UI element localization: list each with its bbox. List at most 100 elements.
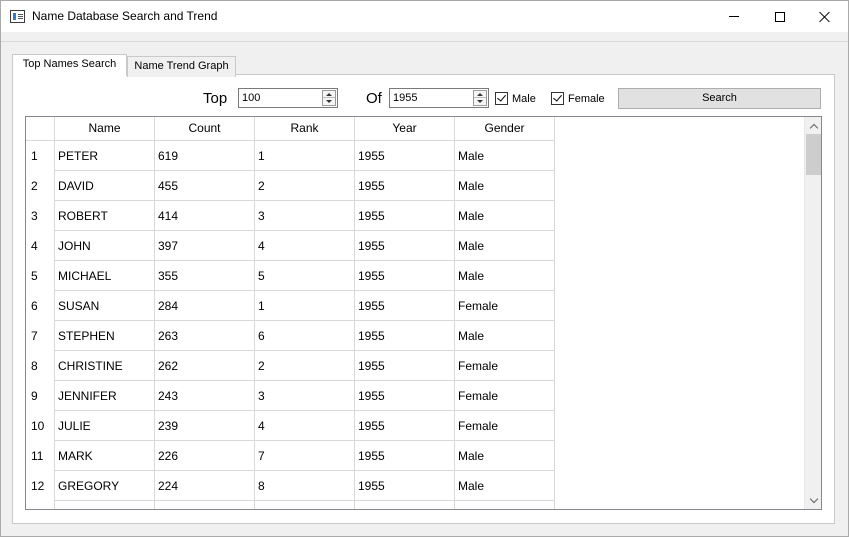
- row-header[interactable]: 10: [26, 411, 55, 441]
- cell-count[interactable]: 239: [155, 411, 255, 441]
- cell-year[interactable]: 1955: [355, 231, 455, 261]
- cell-rank[interactable]: 1: [255, 291, 355, 321]
- cell-count[interactable]: 619: [155, 141, 255, 171]
- cell-rank[interactable]: 8: [255, 471, 355, 501]
- cell-name[interactable]: GREGORY: [55, 471, 155, 501]
- cell-name[interactable]: PETER: [55, 141, 155, 171]
- cell-name[interactable]: [55, 501, 155, 509]
- cell-gender[interactable]: Male: [455, 201, 555, 231]
- results-table[interactable]: Name Count Rank Year Gender 1 PETER 619 1 19…: [25, 116, 822, 510]
- female-checkbox[interactable]: Female: [551, 91, 605, 106]
- cell-rank[interactable]: 5: [255, 261, 355, 291]
- cell-gender[interactable]: Male: [455, 261, 555, 291]
- column-header-count[interactable]: Count: [155, 117, 255, 141]
- cell-name[interactable]: MICHAEL: [55, 261, 155, 291]
- cell-year[interactable]: 1955: [355, 171, 455, 201]
- cell-gender[interactable]: Male: [455, 321, 555, 351]
- cell-year[interactable]: 1955: [355, 291, 455, 321]
- cell-count[interactable]: 224: [155, 471, 255, 501]
- scrollbar-thumb[interactable]: [806, 134, 821, 175]
- cell-name[interactable]: DAVID: [55, 171, 155, 201]
- cell-name[interactable]: MARK: [55, 441, 155, 471]
- cell-count[interactable]: 397: [155, 231, 255, 261]
- cell-name[interactable]: ROBERT: [55, 201, 155, 231]
- cell-year[interactable]: 1955: [355, 471, 455, 501]
- cell-name[interactable]: STEPHEN: [55, 321, 155, 351]
- row-header[interactable]: 5: [26, 261, 55, 291]
- cell-count[interactable]: 262: [155, 351, 255, 381]
- year-spinbox[interactable]: [389, 88, 489, 108]
- cell-gender[interactable]: Male: [455, 171, 555, 201]
- row-header[interactable]: 11: [26, 441, 55, 471]
- cell-year[interactable]: 1955: [355, 261, 455, 291]
- search-button[interactable]: Search: [618, 88, 821, 109]
- cell-gender[interactable]: Female: [455, 411, 555, 441]
- cell-gender[interactable]: Male: [455, 231, 555, 261]
- cell-gender[interactable]: Male: [455, 471, 555, 501]
- cell-rank[interactable]: 2: [255, 351, 355, 381]
- top-count-input[interactable]: [239, 89, 321, 107]
- title-bar[interactable]: Name Database Search and Trend: [1, 1, 848, 32]
- cell-name[interactable]: SUSAN: [55, 291, 155, 321]
- table-corner[interactable]: [26, 117, 55, 141]
- cell-rank[interactable]: 7: [255, 441, 355, 471]
- tab-name-trend-graph[interactable]: Name Trend Graph: [127, 56, 236, 77]
- cell-year[interactable]: [355, 501, 455, 509]
- cell-rank[interactable]: 2: [255, 171, 355, 201]
- column-header-year[interactable]: Year: [355, 117, 455, 141]
- row-header[interactable]: 8: [26, 351, 55, 381]
- cell-name[interactable]: JOHN: [55, 231, 155, 261]
- cell-rank[interactable]: 3: [255, 381, 355, 411]
- cell-rank[interactable]: 3: [255, 201, 355, 231]
- year-input[interactable]: [390, 89, 472, 107]
- male-checkbox[interactable]: Male: [495, 91, 536, 106]
- top-count-decrement-button[interactable]: [323, 98, 335, 105]
- cell-gender[interactable]: Female: [455, 351, 555, 381]
- row-header[interactable]: 7: [26, 321, 55, 351]
- cell-count[interactable]: [155, 501, 255, 509]
- cell-gender[interactable]: Male: [455, 141, 555, 171]
- row-header[interactable]: 3: [26, 201, 55, 231]
- cell-year[interactable]: 1955: [355, 201, 455, 231]
- column-header-gender[interactable]: Gender: [455, 117, 555, 141]
- tab-top-names-search[interactable]: Top Names Search: [12, 54, 127, 76]
- cell-gender[interactable]: [455, 501, 555, 509]
- close-button[interactable]: [802, 1, 848, 32]
- cell-rank[interactable]: 1: [255, 141, 355, 171]
- cell-name[interactable]: CHRISTINE: [55, 351, 155, 381]
- column-header-rank[interactable]: Rank: [255, 117, 355, 141]
- row-header[interactable]: 6: [26, 291, 55, 321]
- cell-count[interactable]: 243: [155, 381, 255, 411]
- year-increment-button[interactable]: [474, 91, 486, 98]
- year-decrement-button[interactable]: [474, 98, 486, 105]
- scroll-down-button[interactable]: [805, 492, 821, 509]
- top-count-increment-button[interactable]: [323, 91, 335, 98]
- row-header[interactable]: 12: [26, 471, 55, 501]
- cell-rank[interactable]: [255, 501, 355, 509]
- row-header[interactable]: 2: [26, 171, 55, 201]
- cell-count[interactable]: 455: [155, 171, 255, 201]
- cell-count[interactable]: 355: [155, 261, 255, 291]
- row-header[interactable]: 4: [26, 231, 55, 261]
- cell-name[interactable]: JENNIFER: [55, 381, 155, 411]
- cell-count[interactable]: 414: [155, 201, 255, 231]
- cell-rank[interactable]: 4: [255, 231, 355, 261]
- male-checkbox-box[interactable]: [495, 92, 508, 105]
- column-header-name[interactable]: Name: [55, 117, 155, 141]
- cell-rank[interactable]: 6: [255, 321, 355, 351]
- top-count-spinbox[interactable]: [238, 88, 338, 108]
- cell-year[interactable]: 1955: [355, 441, 455, 471]
- maximize-button[interactable]: [757, 1, 803, 32]
- row-header[interactable]: 9: [26, 381, 55, 411]
- cell-count[interactable]: 284: [155, 291, 255, 321]
- cell-year[interactable]: 1955: [355, 381, 455, 411]
- cell-year[interactable]: 1955: [355, 411, 455, 441]
- cell-year[interactable]: 1955: [355, 351, 455, 381]
- scroll-up-button[interactable]: [805, 117, 821, 134]
- cell-count[interactable]: 263: [155, 321, 255, 351]
- row-header[interactable]: [26, 501, 55, 509]
- cell-name[interactable]: JULIE: [55, 411, 155, 441]
- female-checkbox-box[interactable]: [551, 92, 564, 105]
- cell-gender[interactable]: Female: [455, 291, 555, 321]
- vertical-scrollbar[interactable]: [804, 117, 821, 509]
